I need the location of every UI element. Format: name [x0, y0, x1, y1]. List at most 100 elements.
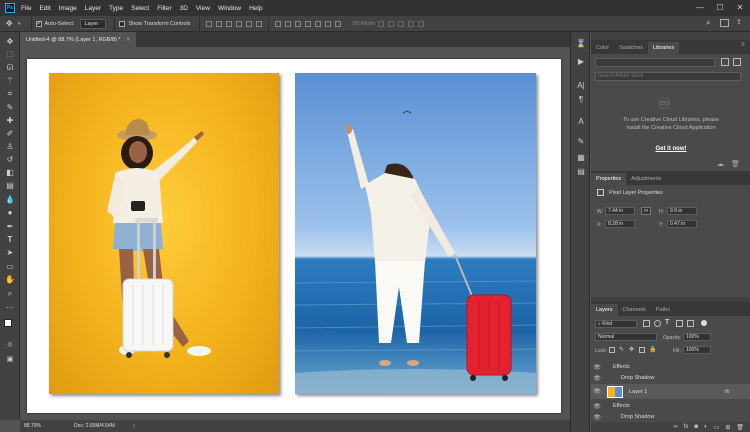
history-icon[interactable]: ⌛ — [575, 38, 587, 50]
distribute-right-icon[interactable] — [324, 20, 331, 27]
lasso-icon[interactable]: ᘏ — [4, 62, 16, 73]
eraser-icon[interactable]: ◧ — [4, 167, 16, 178]
show-transform-checkbox[interactable] — [119, 20, 126, 27]
tab-properties[interactable]: Properties — [591, 173, 627, 185]
visibility-eye-icon[interactable]: 👁 — [591, 375, 603, 382]
panel-menu-icon[interactable]: ≡ — [741, 42, 745, 48]
layer-filter-dropdown[interactable]: ⌕ Kind — [595, 320, 637, 328]
menu-view[interactable]: View — [196, 5, 210, 12]
align-middle-icon[interactable] — [215, 20, 222, 27]
filter-shape-icon[interactable] — [676, 320, 683, 327]
filter-adjustment-icon[interactable] — [654, 320, 661, 327]
eyedropper-icon[interactable]: ✎ — [4, 102, 16, 113]
photo-woman-yellow-background[interactable] — [49, 73, 279, 394]
glyphs-icon[interactable]: A — [575, 116, 587, 128]
character-icon[interactable]: A| — [575, 80, 587, 92]
tab-swatches[interactable]: Swatches — [614, 42, 648, 54]
close-document-icon[interactable]: × — [127, 37, 130, 43]
3d-scale-icon[interactable] — [418, 20, 425, 27]
y-field[interactable]: 0.47 in — [667, 220, 697, 228]
path-select-icon[interactable]: ➤ — [4, 247, 16, 258]
actions-play-icon[interactable]: ▶ — [575, 56, 587, 68]
filter-type-icon[interactable]: T — [665, 319, 669, 326]
lock-position-icon[interactable]: ✥ — [629, 346, 634, 353]
align-bottom-icon[interactable] — [225, 20, 232, 27]
3d-orbit-icon[interactable] — [378, 20, 385, 27]
trash-icon[interactable]: 🗑 — [731, 160, 740, 168]
visibility-eye-icon[interactable]: 👁 — [591, 403, 603, 410]
get-it-now-link[interactable]: Get it now! — [643, 146, 699, 152]
share-icon[interactable]: ⇪ — [736, 18, 742, 26]
crop-icon[interactable]: ⌗ — [4, 88, 16, 99]
gradient-icon[interactable]: ▤ — [4, 180, 16, 191]
dodge-icon[interactable]: ● — [4, 207, 16, 218]
align-center-icon[interactable] — [245, 20, 252, 27]
maximize-button[interactable]: ☐ — [710, 0, 730, 16]
cloud-sync-icon[interactable]: ☁ — [717, 160, 724, 168]
auto-select-checkbox[interactable] — [35, 20, 42, 27]
close-window-button[interactable]: ✕ — [730, 0, 750, 16]
height-field[interactable]: 9.9 in — [667, 207, 697, 215]
notes-icon[interactable]: ▦ — [575, 152, 587, 164]
move-tool-icon[interactable]: ✥ — [6, 19, 16, 28]
tab-paths[interactable]: Paths — [651, 304, 675, 316]
layer-fx-badge[interactable]: fx — [725, 389, 729, 395]
brushes-icon[interactable]: ✎ — [575, 136, 587, 148]
screen-mode-icon[interactable]: ▣ — [4, 354, 16, 365]
tab-adjustments[interactable]: Adjustments — [626, 173, 666, 185]
align-right-icon[interactable] — [255, 20, 262, 27]
magic-wand-icon[interactable]: ⚚ — [4, 75, 16, 86]
blend-mode-dropdown[interactable]: Normal — [595, 333, 657, 341]
lock-transparency-icon[interactable] — [609, 347, 615, 353]
new-group-icon[interactable]: ▭ — [714, 424, 720, 431]
minimize-button[interactable]: — — [690, 0, 710, 16]
menu-type[interactable]: Type — [109, 5, 123, 12]
document-canvas[interactable] — [27, 59, 561, 413]
tab-libraries[interactable]: Libraries — [648, 42, 680, 54]
status-arrow-icon[interactable]: › — [133, 423, 135, 429]
distribute-top-icon[interactable] — [274, 20, 281, 27]
new-adjustment-icon[interactable]: ◐ — [704, 424, 708, 430]
new-layer-icon[interactable]: ⊞ — [725, 424, 730, 431]
filter-toggle-icon[interactable] — [701, 320, 707, 326]
3d-roll-icon[interactable] — [388, 20, 395, 27]
menu-image[interactable]: Image — [59, 5, 77, 12]
zoom-icon[interactable]: ⌕ — [4, 288, 16, 299]
paragraph-icon[interactable]: ¶ — [575, 94, 587, 106]
distribute-middle-icon[interactable] — [284, 20, 291, 27]
menu-edit[interactable]: Edit — [39, 5, 50, 12]
brush-icon[interactable]: ✐ — [4, 128, 16, 139]
layer-thumbnail[interactable] — [607, 385, 623, 398]
workspace-icon[interactable] — [720, 19, 729, 27]
canvas-area[interactable] — [20, 47, 570, 420]
auto-select-target-dropdown[interactable]: Layer — [80, 18, 107, 29]
delete-layer-icon[interactable]: 🗑 — [736, 424, 744, 431]
filter-pixel-icon[interactable] — [643, 320, 650, 327]
photoshop-logo[interactable]: Ps — [5, 3, 15, 13]
foreground-color-swatch[interactable] — [4, 319, 12, 327]
3d-pan-icon[interactable] — [398, 20, 405, 27]
tab-channels[interactable]: Channels — [618, 304, 651, 316]
move-icon[interactable]: ✥ — [4, 36, 16, 47]
fill-field[interactable]: 100% — [683, 346, 711, 354]
layer-effect-row[interactable]: 👁 Drop Shadow — [591, 372, 750, 384]
filter-smart-object-icon[interactable] — [687, 320, 694, 327]
lock-all-icon[interactable]: 🔒 — [649, 346, 656, 353]
stamp-icon[interactable]: ♙ — [4, 141, 16, 152]
x-field[interactable]: 8.28 in — [605, 220, 635, 228]
marquee-icon[interactable]: ⬚ — [4, 49, 16, 60]
pen-icon[interactable]: ✒ — [4, 221, 16, 232]
align-top-icon[interactable] — [205, 20, 212, 27]
list-view-icon[interactable] — [733, 58, 741, 66]
blur-icon[interactable]: 💧 — [4, 194, 16, 205]
tool-preset-chevron-icon[interactable]: ▾ — [18, 21, 21, 27]
more-icon[interactable]: ⋯ — [4, 302, 16, 313]
visibility-eye-icon[interactable]: 👁 — [591, 414, 603, 421]
menu-file[interactable]: File — [21, 5, 31, 12]
align-left-icon[interactable] — [235, 20, 242, 27]
width-field[interactable]: 7.44 in — [605, 207, 635, 215]
distribute-center-icon[interactable] — [314, 20, 321, 27]
search-icon[interactable]: ⌕ — [706, 18, 710, 28]
add-mask-icon[interactable]: ◙ — [694, 424, 698, 430]
photo-woman-at-sea[interactable] — [295, 73, 536, 394]
